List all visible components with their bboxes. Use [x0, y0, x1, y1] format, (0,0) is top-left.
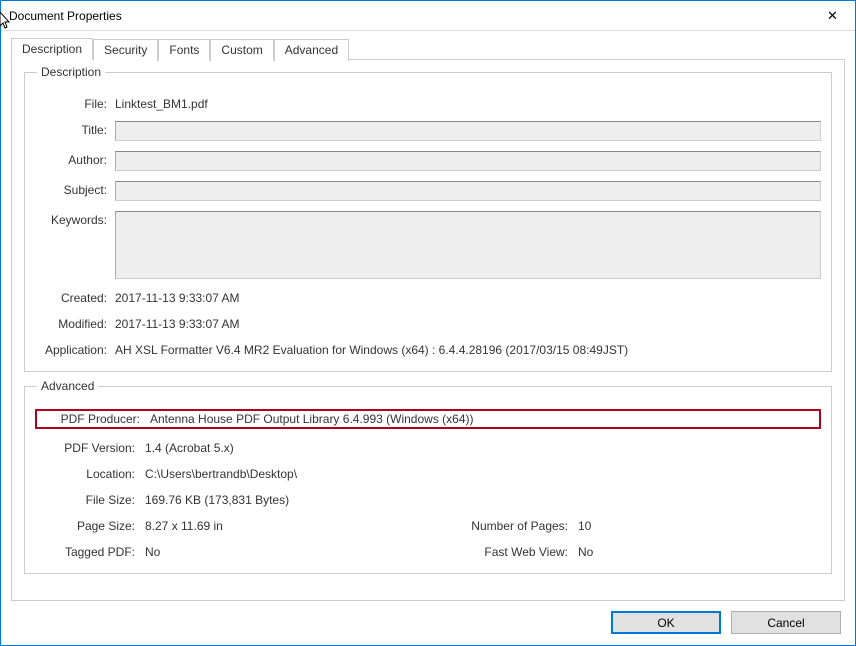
- value-file: Linktest_BM1.pdf: [115, 95, 821, 111]
- label-producer: PDF Producer:: [40, 412, 150, 426]
- label-application: Application:: [35, 341, 115, 357]
- advanced-two-col: Page Size: 8.27 x 11.69 in Tagged PDF: N…: [35, 507, 821, 559]
- tab-custom[interactable]: Custom: [210, 39, 273, 61]
- value-location: C:\Users\bertrandb\Desktop\: [145, 465, 821, 481]
- label-version: PDF Version:: [35, 439, 145, 455]
- window-title: Document Properties: [9, 9, 122, 23]
- label-fast-web: Fast Web View:: [428, 543, 578, 559]
- value-modified: 2017-11-13 9:33:07 AM: [115, 315, 821, 331]
- label-author: Author:: [35, 151, 115, 167]
- label-page-size: Page Size:: [35, 517, 145, 533]
- input-keywords[interactable]: [115, 211, 821, 279]
- advanced-group: Advanced PDF Producer: Antenna House PDF…: [24, 386, 832, 574]
- label-location: Location:: [35, 465, 145, 481]
- label-tagged: Tagged PDF:: [35, 543, 145, 559]
- value-tagged: No: [145, 543, 428, 559]
- input-subject[interactable]: [115, 181, 821, 201]
- tab-strip: Description Security Fonts Custom Advanc…: [11, 38, 845, 60]
- tab-security[interactable]: Security: [93, 39, 158, 61]
- value-created: 2017-11-13 9:33:07 AM: [115, 289, 821, 305]
- label-modified: Modified:: [35, 315, 115, 331]
- label-file-size: File Size:: [35, 491, 145, 507]
- highlight-pdf-producer: PDF Producer: Antenna House PDF Output L…: [35, 409, 821, 429]
- button-row: OK Cancel: [11, 601, 845, 636]
- value-page-size: 8.27 x 11.69 in: [145, 517, 428, 533]
- close-icon: ✕: [827, 8, 838, 24]
- titlebar: Document Properties ✕: [1, 1, 855, 31]
- dialog-window: Document Properties ✕ Description Securi…: [0, 0, 856, 646]
- label-subject: Subject:: [35, 181, 115, 197]
- close-button[interactable]: ✕: [810, 1, 855, 30]
- cancel-button[interactable]: Cancel: [731, 611, 841, 634]
- content-area: Description Security Fonts Custom Advanc…: [1, 31, 855, 646]
- input-author[interactable]: [115, 151, 821, 171]
- tab-description[interactable]: Description: [11, 38, 93, 60]
- value-version: 1.4 (Acrobat 5.x): [145, 439, 821, 455]
- tab-advanced[interactable]: Advanced: [274, 39, 349, 61]
- value-fast-web: No: [578, 543, 821, 559]
- value-file-size: 169.76 KB (173,831 Bytes): [145, 491, 821, 507]
- label-title: Title:: [35, 121, 115, 137]
- value-application: AH XSL Formatter V6.4 MR2 Evaluation for…: [115, 341, 821, 357]
- input-title[interactable]: [115, 121, 821, 141]
- value-pages: 10: [578, 517, 821, 533]
- label-created: Created:: [35, 289, 115, 305]
- tab-fonts[interactable]: Fonts: [158, 39, 210, 61]
- value-producer: Antenna House PDF Output Library 6.4.993…: [150, 412, 816, 426]
- label-file: File:: [35, 95, 115, 111]
- description-group: Description File: Linktest_BM1.pdf Title…: [24, 72, 832, 372]
- label-keywords: Keywords:: [35, 211, 115, 227]
- label-pages: Number of Pages:: [428, 517, 578, 533]
- description-group-label: Description: [37, 65, 105, 79]
- tab-panel: Description File: Linktest_BM1.pdf Title…: [11, 59, 845, 601]
- advanced-group-label: Advanced: [37, 379, 98, 393]
- ok-button[interactable]: OK: [611, 611, 721, 634]
